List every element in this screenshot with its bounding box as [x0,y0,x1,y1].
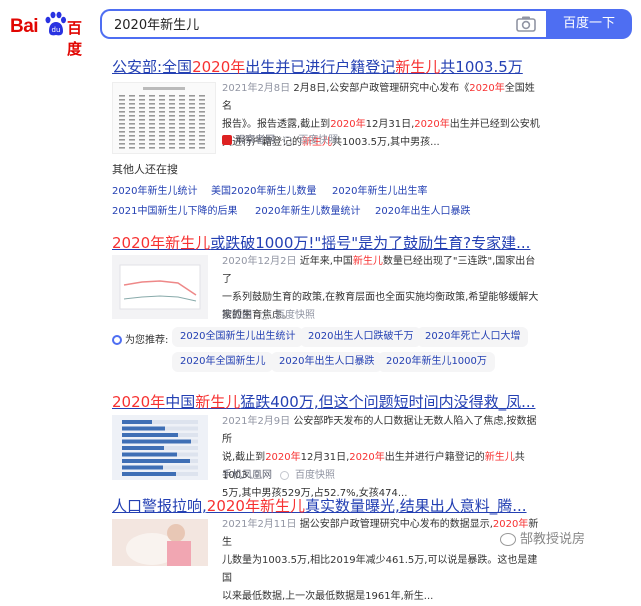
snapshot-icon [260,310,269,320]
search-input[interactable] [112,15,496,32]
result-thumbnail-2[interactable] [112,255,208,319]
result-thumbnail-1[interactable] [112,82,216,154]
result-source-2: 搜狐网 百度快照 [222,310,315,321]
watermark: 郜教授说房 [500,528,585,547]
baidu-logo[interactable]: Bai du 百度 [10,10,88,58]
recommend-chip[interactable]: 2020年新生儿1000万 [378,352,495,372]
result-title-3[interactable]: 2020年中国新生儿猛跌400万,但这个问题短时间内没得救_凤... [112,391,535,412]
result-thumbnail-3[interactable] [112,415,208,480]
snapshot-icon [283,135,293,145]
recommend-chip[interactable]: 2020年死亡人口大增 [417,327,529,347]
related-link[interactable]: 2021中国新生儿下降的后果 [112,202,237,217]
bar-chart-image [122,420,198,476]
paw-icon: du [45,11,66,36]
result-snippet-4: 2021年2月11日 据公安部户政管理研究中心发布的数据显示,2020年新生 儿… [222,519,539,602]
search-button[interactable]: 百度一下 [546,9,632,39]
recommend-label: 为您推荐: [112,331,168,346]
recommend-chip[interactable]: 2020年全国新生儿 [172,352,274,372]
related-link[interactable]: 美国2020年新生儿数量 [211,182,316,197]
chart-image [119,264,201,310]
result-source-3: 手机凤凰网 百度快照 [222,470,335,481]
site-logo-icon [222,135,232,145]
related-link[interactable]: 2020年出生人口暴跌 [375,202,470,217]
camera-icon[interactable] [516,15,536,33]
logo-text-baidu: 百度 [67,19,83,58]
related-link[interactable]: 2020年新生儿出生率 [332,182,427,197]
recommend-icon [112,335,122,345]
search-box[interactable] [100,9,546,39]
wechat-icon [500,533,516,546]
search-header: Bai du 百度 百度一下 [0,0,641,58]
result-title-1[interactable]: 公安部:全国2020年出生并已进行户籍登记新生儿共1003.5万 [112,56,523,77]
recommend-chip[interactable]: 2020全国新生儿出生统计 [172,327,304,347]
result-title-2[interactable]: 2020年新生儿或跌破1000万!"摇号"是为了鼓励生育?专家建... [112,232,530,253]
related-searches-title: 其他人还在搜 [112,163,178,176]
result-source-1: 观察者网 百度快照 [222,131,338,146]
recommend-chip[interactable]: 2020年出生人口暴跌 [271,352,383,372]
name-table-image [119,87,205,149]
snapshot-icon [280,470,289,480]
result-title-4[interactable]: 人口警报拉响,2020年新生儿真实数量曝光,结果出人意料_腾... [112,495,527,516]
related-link[interactable]: 2020年新生儿数量统计 [255,202,360,217]
recommend-chip[interactable]: 2020出生人口跌破千万 [300,327,422,347]
svg-text:du: du [52,26,61,34]
logo-text-bai: Bai [10,16,39,37]
related-link[interactable]: 2020年新生儿统计 [112,182,197,197]
baby-photo-image [112,519,208,566]
result-thumbnail-4[interactable] [112,519,208,566]
result-snippet-3: 2021年2月9日 公安部昨天发布的人口数据让无数人陷入了焦虑,按数据所 说,截… [222,416,537,499]
